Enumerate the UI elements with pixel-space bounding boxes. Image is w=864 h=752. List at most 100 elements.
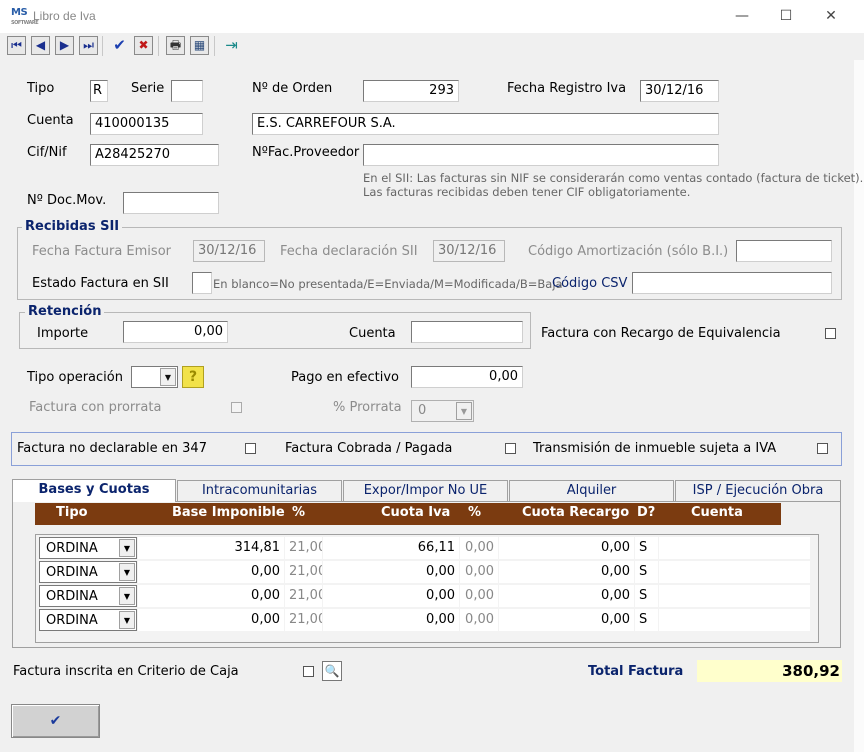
pct-prorrata-label: % Prorrata xyxy=(333,400,402,415)
inmueble-label: Transmisión de inmueble sujeta a IVA xyxy=(533,441,777,456)
pct-iva-cell[interactable]: 21,00 xyxy=(285,561,322,583)
calculator-icon: ▦ xyxy=(193,38,206,52)
pct-recargo-cell[interactable]: 0,00 xyxy=(460,561,498,583)
exit-button[interactable]: ⇥ xyxy=(222,36,241,55)
pct-iva-cell[interactable]: 21,00 xyxy=(285,585,322,607)
close-button[interactable]: ✕ xyxy=(816,5,846,27)
pct-iva-cell[interactable]: 21,00 xyxy=(285,537,322,559)
next-record-button[interactable]: ▶ xyxy=(55,36,74,55)
cuota-iva-cell[interactable]: 0,00 xyxy=(323,585,459,607)
close-icon: ✕ xyxy=(825,8,837,24)
retencion-importe-label: Importe xyxy=(37,326,89,341)
base-imponible-cell[interactable]: 0,00 xyxy=(138,609,284,631)
cuenta-nombre-field[interactable]: E.S. CARREFOUR S.A. xyxy=(252,113,719,135)
cuota-recargo-cell[interactable]: 0,00 xyxy=(499,585,634,607)
serie-label: Serie xyxy=(131,81,165,96)
amortizacion-field[interactable] xyxy=(736,240,832,262)
prorrata-checkbox[interactable] xyxy=(231,402,242,413)
retencion-cuenta-field[interactable] xyxy=(411,321,523,343)
pct-recargo-cell[interactable]: 0,00 xyxy=(460,609,498,631)
csv-field[interactable] xyxy=(632,272,832,294)
base-imponible-cell[interactable]: 0,00 xyxy=(138,561,284,583)
tipo-value: ORDINA xyxy=(46,541,98,556)
fecha-declaracion-field[interactable]: 30/12/16 xyxy=(433,240,505,262)
minimize-button[interactable]: — xyxy=(727,5,757,27)
cuota-recargo-cell[interactable]: 0,00 xyxy=(499,537,634,559)
cancel-button[interactable]: ✖ xyxy=(134,36,153,55)
tipo-cell[interactable]: ORDINA ▼ xyxy=(39,609,137,631)
tab-intracomunitarias[interactable]: Intracomunitarias xyxy=(177,480,342,501)
calculator-button[interactable]: ▦ xyxy=(190,36,209,55)
help-button[interactable]: ? xyxy=(182,366,204,388)
first-record-button[interactable]: ⏮ xyxy=(7,36,26,55)
tab-isp[interactable]: ISP / Ejecución Obra xyxy=(675,480,841,501)
deducible-cell[interactable]: S xyxy=(635,609,658,631)
cuota-iva-cell[interactable]: 0,00 xyxy=(323,561,459,583)
retencion-importe-field[interactable]: 0,00 xyxy=(123,321,228,343)
maximize-button[interactable]: ☐ xyxy=(771,5,801,27)
accept-button[interactable]: ✔ xyxy=(110,36,129,55)
estado-sii-field[interactable] xyxy=(192,272,212,294)
tipo-operacion-select[interactable]: ▼ xyxy=(131,366,178,388)
pct-prorrata-value: 0 xyxy=(418,403,427,418)
cuenta-cell[interactable] xyxy=(659,585,810,607)
criterio-caja-checkbox[interactable] xyxy=(303,666,314,677)
recargo-equivalencia-checkbox[interactable] xyxy=(825,328,836,339)
serie-field[interactable] xyxy=(171,80,203,102)
col-base-imponible: Base Imponible xyxy=(172,505,285,520)
tipo-cell[interactable]: ORDINA ▼ xyxy=(39,585,137,607)
fecha-emisor-field[interactable]: 30/12/16 xyxy=(193,240,265,262)
window-title: Libro de Iva xyxy=(33,9,96,23)
base-imponible-cell[interactable]: 314,81 xyxy=(138,537,284,559)
chevron-down-icon: ▼ xyxy=(119,539,135,557)
ok-button[interactable]: ✔ xyxy=(11,704,100,738)
cuota-recargo-cell[interactable]: 0,00 xyxy=(499,609,634,631)
base-imponible-cell[interactable]: 0,00 xyxy=(138,585,284,607)
tab-bases-cuotas[interactable]: Bases y Cuotas xyxy=(12,479,176,502)
print-button[interactable]: 🖶 xyxy=(166,36,185,55)
tipo-field[interactable]: R xyxy=(90,80,108,102)
pago-efectivo-field[interactable]: 0,00 xyxy=(411,366,523,388)
pct-recargo-cell[interactable]: 0,00 xyxy=(460,585,498,607)
cuota-iva-cell[interactable]: 66,11 xyxy=(323,537,459,559)
printer-icon: 🖶 xyxy=(169,38,182,52)
chevron-down-icon: ▼ xyxy=(119,563,135,581)
fecha-emisor-label: Fecha Factura Emisor xyxy=(32,244,171,259)
cobrada-checkbox[interactable] xyxy=(505,443,516,454)
tab-export-import[interactable]: Expor/Impor No UE xyxy=(343,480,508,501)
cuenta-label: Cuenta xyxy=(27,113,74,128)
prev-record-button[interactable]: ◀ xyxy=(31,36,50,55)
deducible-cell[interactable]: S xyxy=(635,561,658,583)
tipo-label: Tipo xyxy=(27,81,55,96)
fecha-declaracion-label: Fecha declaración SII xyxy=(280,244,418,259)
total-factura-label: Total Factura xyxy=(588,664,684,679)
cuenta-cell[interactable] xyxy=(659,561,810,583)
criterio-caja-label: Factura inscrita en Criterio de Caja xyxy=(13,664,239,679)
minimize-icon: — xyxy=(735,8,749,24)
fecha-registro-field[interactable]: 30/12/16 xyxy=(640,80,719,102)
tipo-value: ORDINA xyxy=(46,589,98,604)
tipo-cell[interactable]: ORDINA ▼ xyxy=(39,561,137,583)
cif-field[interactable]: A28425270 xyxy=(90,144,219,166)
pct-iva-cell[interactable]: 21,00 xyxy=(285,609,322,631)
pct-recargo-cell[interactable]: 0,00 xyxy=(460,537,498,559)
no-347-checkbox[interactable] xyxy=(245,443,256,454)
deducible-cell[interactable]: S xyxy=(635,537,658,559)
orden-field[interactable]: 293 xyxy=(363,80,459,102)
amortizacion-label: Código Amortización (sólo B.I.) xyxy=(528,244,729,259)
cuenta-cell[interactable] xyxy=(659,609,810,631)
inmueble-checkbox[interactable] xyxy=(817,443,828,454)
zoom-button[interactable]: 🔍 xyxy=(322,661,342,681)
tipo-cell[interactable]: ORDINA ▼ xyxy=(39,537,137,559)
cuenta-field[interactable]: 410000135 xyxy=(90,113,203,135)
cuota-recargo-cell[interactable]: 0,00 xyxy=(499,561,634,583)
cuota-iva-cell[interactable]: 0,00 xyxy=(323,609,459,631)
doc-mov-field[interactable] xyxy=(123,192,219,214)
chevron-down-icon: ▼ xyxy=(119,611,135,629)
pct-prorrata-select[interactable]: 0 ▼ xyxy=(411,400,474,422)
last-record-button[interactable]: ⏭ xyxy=(79,36,98,55)
tab-alquiler[interactable]: Alquiler xyxy=(509,480,674,501)
cuenta-cell[interactable] xyxy=(659,537,810,559)
nfac-proveedor-field[interactable] xyxy=(363,144,719,166)
deducible-cell[interactable]: S xyxy=(635,585,658,607)
